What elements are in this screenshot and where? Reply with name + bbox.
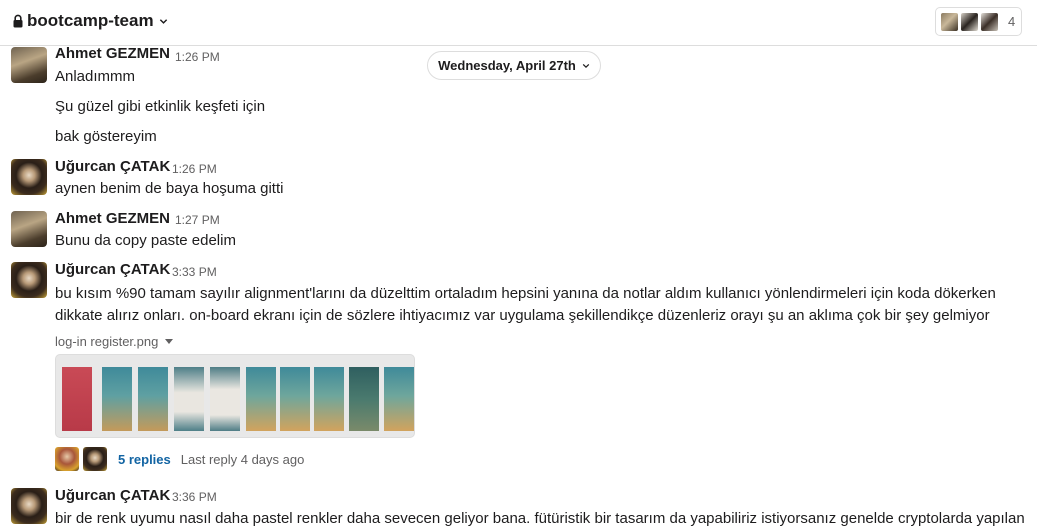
replies-link[interactable]: 5 replies bbox=[118, 452, 171, 467]
avatar[interactable] bbox=[11, 211, 47, 247]
channel-name: bootcamp-team bbox=[27, 11, 154, 30]
mockup-screen bbox=[138, 367, 168, 431]
date-divider-label: Wednesday, April 27th bbox=[438, 58, 576, 73]
mockup-screen bbox=[314, 367, 344, 431]
attachment-file-name[interactable]: log-in register.png bbox=[55, 334, 174, 349]
mockup-screen bbox=[246, 367, 276, 431]
members-button[interactable]: 4 bbox=[935, 7, 1022, 36]
member-count: 4 bbox=[1008, 14, 1016, 29]
caret-down-icon[interactable] bbox=[165, 339, 174, 344]
thread-summary[interactable]: 5 replies Last reply 4 days ago bbox=[55, 447, 304, 471]
message-text: Bunu da copy paste edelim bbox=[55, 232, 236, 249]
message-text: bak göstereyim bbox=[55, 128, 157, 145]
message-author[interactable]: Ahmet GEZMEN bbox=[55, 210, 170, 227]
message-text: bu kısım %90 tamam sayılır alignment'lar… bbox=[55, 285, 996, 302]
date-divider-button[interactable]: Wednesday, April 27th bbox=[427, 51, 601, 80]
member-avatar bbox=[960, 11, 979, 32]
mockup-screen bbox=[174, 367, 204, 431]
message-author[interactable]: Uğurcan ÇATAK bbox=[55, 261, 170, 278]
message-text: aynen benim de baya hoşuma gitti bbox=[55, 180, 284, 197]
message-timestamp[interactable]: 1:26 PM bbox=[172, 162, 217, 176]
chevron-down-icon bbox=[159, 18, 167, 24]
message-author[interactable]: Uğurcan ÇATAK bbox=[55, 158, 170, 175]
mockup-screen bbox=[62, 367, 92, 431]
message-text: Şu güzel gibi etkinlik keşfeti için bbox=[55, 98, 266, 115]
reply-avatar bbox=[83, 447, 107, 471]
chevron-down-icon bbox=[582, 63, 590, 68]
reply-avatar bbox=[55, 447, 79, 471]
avatar[interactable] bbox=[11, 159, 47, 195]
avatar[interactable] bbox=[11, 262, 47, 298]
avatar[interactable] bbox=[11, 47, 47, 83]
attachment-image-preview[interactable] bbox=[55, 354, 415, 438]
mockup-screen bbox=[280, 367, 310, 431]
mockup-screen bbox=[102, 367, 132, 431]
message-author[interactable]: Uğurcan ÇATAK bbox=[55, 487, 170, 504]
channel-name-button[interactable]: bootcamp-team bbox=[13, 11, 168, 31]
mockup-screen bbox=[210, 367, 240, 431]
message-timestamp[interactable]: 3:33 PM bbox=[172, 265, 217, 279]
message-text: dikkate alırız onları. on-board ekranı i… bbox=[55, 307, 990, 324]
avatar[interactable] bbox=[11, 488, 47, 524]
mockup-screen bbox=[384, 367, 414, 431]
channel-header: bootcamp-team 4 bbox=[0, 0, 1037, 46]
last-reply-text: Last reply 4 days ago bbox=[180, 451, 305, 467]
mockup-screen bbox=[349, 367, 379, 431]
message-text: Anladımmm bbox=[55, 68, 136, 85]
lock-icon bbox=[13, 14, 23, 28]
message-author[interactable]: Ahmet GEZMEN bbox=[55, 45, 170, 62]
message-timestamp[interactable]: 1:26 PM bbox=[175, 50, 220, 64]
message-timestamp[interactable]: 3:36 PM bbox=[172, 490, 217, 504]
member-avatar bbox=[940, 11, 959, 32]
member-avatar bbox=[980, 11, 999, 32]
message-timestamp[interactable]: 1:27 PM bbox=[175, 213, 220, 227]
message-text: bir de renk uyumu nasıl daha pastel renk… bbox=[55, 510, 1025, 527]
attachment-file-label: log-in register.png bbox=[55, 334, 159, 349]
